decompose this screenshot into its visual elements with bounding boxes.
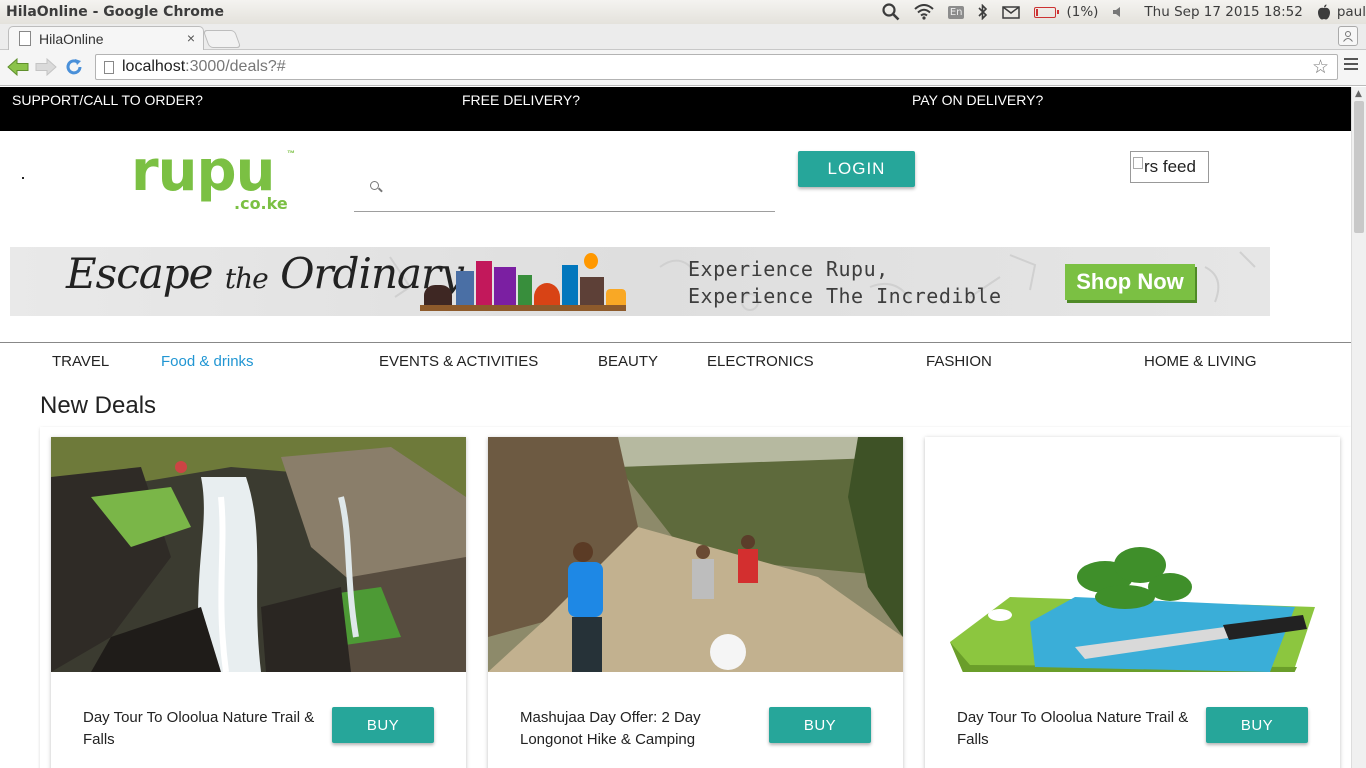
clock[interactable]: Thu Sep 17 2015 18:52 [1144,4,1302,20]
deal-image-cutting-board[interactable] [925,437,1340,672]
category-divider [0,342,1351,343]
profile-icon[interactable] [1338,26,1358,46]
deal-card[interactable]: Day Tour To Oloolua Nature Trail & Falls… [925,437,1340,768]
close-tab-icon[interactable]: × [187,30,195,46]
login-button[interactable]: LOGIN [798,151,915,187]
battery-indicator[interactable]: (1%) [1034,4,1098,20]
banner-headline: Escape the Ordinary [66,249,464,298]
forward-button[interactable] [34,56,58,78]
bookmark-star-icon[interactable]: ☆ [1312,56,1329,79]
buy-button[interactable]: BUY [1206,707,1308,743]
buy-button[interactable]: BUY [769,707,871,743]
chrome-menu-icon[interactable] [1344,58,1358,73]
deal-image-waterfall[interactable] [51,437,466,672]
rss-feed-link[interactable]: rs feed [1130,151,1209,183]
back-button[interactable] [6,56,30,78]
pay-on-delivery-link[interactable]: PAY ON DELIVERY? [912,92,1043,108]
bluetooth-icon[interactable] [978,4,988,20]
wifi-icon[interactable] [914,4,934,20]
browser-tab[interactable]: HilaOnline × [8,26,204,50]
banner-tagline-line-2: Experience The Incredible [688,284,1002,308]
new-deals-heading: New Deals [40,392,157,419]
category-fashion[interactable]: FASHION [926,353,992,370]
rupu-logo[interactable]: rupu ™ .co.ke [131,139,301,217]
support-link[interactable]: SUPPORT/CALL TO ORDER? [12,92,203,108]
page-icon [104,60,114,74]
url-path: :3000/deals?# [185,58,286,75]
apple-icon[interactable] [1317,4,1331,20]
stray-dot [22,177,24,179]
page-icon [19,31,31,46]
shop-now-button[interactable]: Shop Now [1065,264,1195,300]
page-viewport: SUPPORT/CALL TO ORDER? FREE DELIVERY? PA… [0,87,1351,768]
deal-card[interactable]: Mashujaa Day Offer: 2 Day Longonot Hike … [488,437,903,768]
os-top-bar: HilaOnline - Google Chrome En (1%) Thu S… [0,0,1366,24]
keyboard-layout-indicator[interactable]: En [947,5,965,19]
search-input[interactable] [394,175,764,209]
reload-button[interactable] [62,56,86,78]
category-beauty[interactable]: BEAUTY [598,353,658,370]
promo-banner[interactable]: Escape the Ordinary Experience Rupu, Exp… [10,247,1270,316]
banner-headline-the: the [224,262,269,295]
category-food-drinks[interactable]: Food & drinks [161,353,254,370]
banner-product-illustration [420,251,630,313]
deal-card[interactable]: Day Tour To Oloolua Nature Trail & Falls… [51,437,466,768]
category-events-activities[interactable]: EVENTS & ACTIVITIES [379,353,538,370]
banner-shelf [420,305,626,311]
logo-domain: .co.ke [234,194,288,213]
free-delivery-link[interactable]: FREE DELIVERY? [462,92,580,108]
rss-feed-alt-text: rs feed [1144,157,1196,176]
banner-tagline: Experience Rupu, Experience The Incredib… [688,256,1002,310]
address-bar[interactable]: localhost:3000/deals?# ☆ [95,54,1338,80]
category-travel[interactable]: TRAVEL [52,353,109,370]
mail-icon[interactable] [1002,5,1021,19]
scrollbar-thumb[interactable] [1354,101,1364,233]
battery-percent: (1%) [1066,4,1099,20]
browser-toolbar: localhost:3000/deals?# ☆ [0,50,1366,86]
browser-tab-strip: HilaOnline × [0,24,1366,50]
reload-icon [66,59,82,75]
page-scrollbar[interactable]: ▲ [1351,87,1366,768]
search-icon [370,181,379,190]
scroll-up-icon[interactable]: ▲ [1355,89,1362,99]
window-title: HilaOnline - Google Chrome [6,4,225,20]
forward-arrow-icon [35,58,57,76]
deal-title[interactable]: Day Tour To Oloolua Nature Trail & Falls [957,707,1197,751]
volume-icon[interactable] [1112,6,1122,18]
logo-trademark: ™ [287,149,295,158]
back-arrow-icon [7,58,29,76]
banner-headline-escape: Escape [66,249,214,298]
deal-image-hike[interactable] [488,437,903,672]
category-electronics[interactable]: ELECTRONICS [707,353,814,370]
search-bar [354,175,775,212]
broken-image-icon [1133,157,1143,169]
battery-icon [1034,6,1060,18]
category-home-living[interactable]: HOME & LIVING [1144,353,1257,370]
buy-button[interactable]: BUY [332,707,434,743]
tab-title: HilaOnline [39,30,104,47]
url-host: localhost [122,58,186,75]
deal-title[interactable]: Mashujaa Day Offer: 2 Day Longonot Hike … [520,707,760,751]
user-name[interactable]: paul [1337,4,1366,20]
new-tab-button[interactable] [202,30,242,48]
info-bar: SUPPORT/CALL TO ORDER? FREE DELIVERY? PA… [0,87,1351,131]
search-icon[interactable] [882,3,900,21]
system-tray: En (1%) Thu Sep 17 2015 18:52 paul [868,0,1366,24]
deal-title[interactable]: Day Tour To Oloolua Nature Trail & Falls [83,707,323,751]
banner-tagline-line-1: Experience Rupu, [688,257,889,281]
